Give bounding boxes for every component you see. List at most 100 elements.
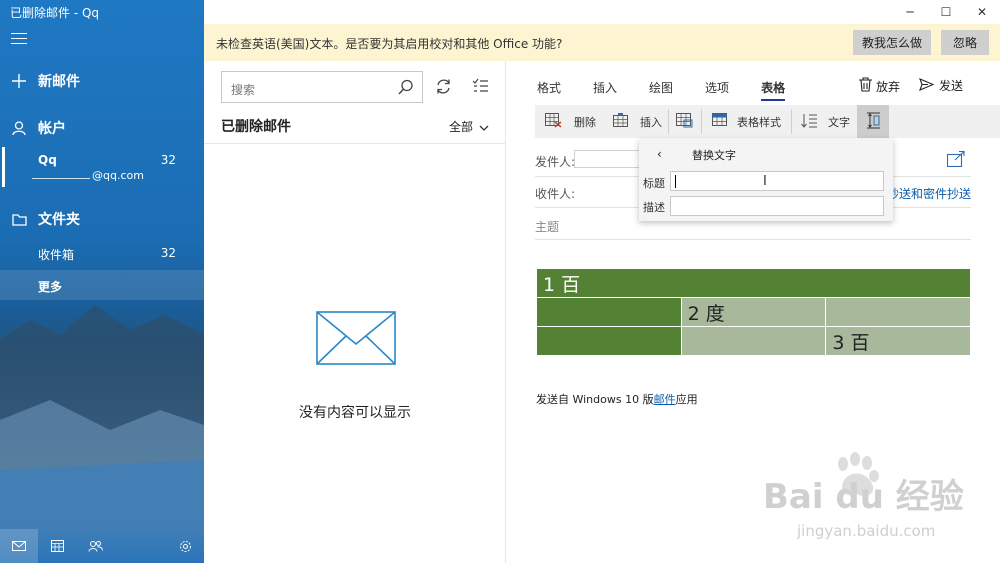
select-mode-icon[interactable] xyxy=(472,78,489,96)
new-mail-button[interactable]: 新邮件 xyxy=(0,70,204,92)
table-cell[interactable] xyxy=(536,326,682,356)
proofing-notification-bar: 未检查英语(美国)文本。是否要为其启用校对和其他 Office 功能? 教我怎么… xyxy=(204,24,1000,61)
select-table-button[interactable] xyxy=(676,105,693,138)
background-landscape xyxy=(0,305,204,530)
search-icon[interactable] xyxy=(398,79,414,98)
title-bar: ─ ☐ ✕ xyxy=(506,0,1000,24)
table-cell[interactable]: 1 百 xyxy=(536,268,971,298)
alt-description-input[interactable] xyxy=(670,196,884,216)
sync-icon[interactable] xyxy=(435,78,452,98)
back-arrow-icon[interactable]: ‹ xyxy=(657,147,662,161)
alt-text-header: 替换文字 xyxy=(692,149,736,162)
field-divider xyxy=(535,239,971,240)
signature-suffix: 应用 xyxy=(675,393,698,406)
window-title: 已删除邮件 - Qq xyxy=(10,6,100,20)
search-input[interactable]: 搜索 xyxy=(221,71,423,103)
cell-size-button[interactable] xyxy=(857,105,889,138)
ribbon-separator xyxy=(668,109,669,134)
redacted-email xyxy=(32,178,90,179)
alt-text-panel: ‹ 替换文字 标题 I 描述 xyxy=(639,139,893,221)
table-row: 3 百 xyxy=(536,326,971,356)
watermark-brand: Bai du 经验 xyxy=(763,477,964,517)
tab-table[interactable]: 表格 xyxy=(761,79,786,101)
alt-title-input[interactable]: I xyxy=(670,171,884,191)
list-divider xyxy=(204,143,506,144)
baidu-watermark: Bai du 经验 jingyan.baidu.com xyxy=(763,452,964,540)
filter-dropdown[interactable]: 全部 xyxy=(449,118,489,135)
message-list-pane: 搜索 已删除邮件 全部 没有内容可以显示 xyxy=(204,61,506,563)
tab-insert[interactable]: 插入 xyxy=(593,79,617,96)
account-count: 32 xyxy=(160,153,176,167)
table-style-icon xyxy=(712,112,729,131)
notification-message: 未检查英语(美国)文本。是否要为其启用校对和其他 Office 功能? xyxy=(216,37,563,51)
table-row: 1 百 xyxy=(536,268,971,298)
send-icon xyxy=(919,77,935,94)
account-name: Qq xyxy=(38,153,57,167)
tab-format[interactable]: 格式 xyxy=(537,79,561,96)
new-mail-label: 新邮件 xyxy=(38,74,80,90)
mail-icon[interactable] xyxy=(0,529,38,563)
sidebar-item-inbox[interactable]: 收件箱 32 xyxy=(0,238,204,268)
table-cell[interactable] xyxy=(536,297,682,327)
text-caret xyxy=(675,175,676,188)
ibeam-cursor-icon: I xyxy=(763,174,767,189)
trash-icon xyxy=(859,77,872,95)
table-ribbon: 删除 插入 表格样式 文字 xyxy=(535,105,1000,138)
delete-table-button[interactable]: 删除 xyxy=(545,105,596,138)
sidebar-item-more[interactable]: 更多 xyxy=(0,270,204,300)
show-me-button[interactable]: 教我怎么做 xyxy=(853,30,931,55)
selection-indicator xyxy=(2,147,5,187)
table-style-button[interactable]: 表格样式 xyxy=(712,105,781,138)
close-button[interactable]: ✕ xyxy=(964,0,1000,24)
tab-draw[interactable]: 绘图 xyxy=(649,79,673,96)
hamburger-menu-icon[interactable] xyxy=(11,33,27,47)
settings-icon[interactable] xyxy=(166,529,204,563)
chevron-down-icon xyxy=(479,120,489,134)
insert-table-button[interactable]: 插入 xyxy=(613,105,662,138)
filter-label: 全部 xyxy=(448,120,473,134)
ignore-button[interactable]: 忽略 xyxy=(941,30,989,55)
minimize-button[interactable]: ─ xyxy=(892,0,928,24)
message-table[interactable]: 1 百 2 度 3 百 xyxy=(536,268,971,356)
from-label: 发件人: xyxy=(535,155,576,169)
cc-bcc-link[interactable]: 抄送和密件抄送 xyxy=(887,185,971,202)
accounts-header[interactable]: 帐户 xyxy=(0,117,204,139)
accounts-label: 帐户 xyxy=(38,121,66,137)
tab-options[interactable]: 选项 xyxy=(705,79,729,96)
row-height-icon xyxy=(866,112,881,132)
popout-window-icon[interactable] xyxy=(946,150,965,170)
subject-field[interactable]: 主题 xyxy=(535,218,559,235)
sidebar: 已删除邮件 - Qq 新邮件 帐户 Qq 32 @qq.com 文件夹 收件箱 … xyxy=(0,0,204,563)
table-insert-icon xyxy=(613,112,630,131)
person-icon xyxy=(0,121,38,135)
inbox-count: 32 xyxy=(160,246,176,260)
maximize-button[interactable]: ☐ xyxy=(928,0,964,24)
mail-app-link[interactable]: 邮件 xyxy=(654,393,676,406)
table-cell[interactable]: 3 百 xyxy=(825,326,971,356)
table-cell[interactable] xyxy=(680,326,827,356)
people-icon[interactable] xyxy=(76,529,114,563)
account-item[interactable]: Qq 32 @qq.com xyxy=(0,147,204,189)
discard-button[interactable]: 放弃 xyxy=(859,77,900,95)
watermark-url: jingyan.baidu.com xyxy=(796,522,935,540)
ribbon-separator xyxy=(791,109,792,134)
plus-icon xyxy=(0,74,38,88)
sidebar-bottom-bar xyxy=(0,529,204,563)
from-field[interactable] xyxy=(574,150,644,168)
table-delete-icon xyxy=(545,112,562,131)
delete-label: 删除 xyxy=(574,115,596,129)
folder-icon xyxy=(0,213,38,226)
table-cell[interactable] xyxy=(825,297,971,327)
table-cell[interactable]: 2 度 xyxy=(680,297,827,327)
ribbon-separator xyxy=(701,109,702,134)
text-direction-button[interactable]: 文字 xyxy=(801,105,850,138)
folders-header[interactable]: 文件夹 xyxy=(0,208,204,230)
signature: 发送自 Windows 10 版邮件应用 xyxy=(536,391,698,407)
calendar-icon[interactable] xyxy=(38,529,76,563)
table-row: 2 度 xyxy=(536,297,971,327)
signature-prefix: 发送自 Windows 10 版 xyxy=(536,393,654,406)
send-button[interactable]: 发送 xyxy=(919,77,963,94)
alt-description-label: 描述 xyxy=(643,201,665,214)
more-label: 更多 xyxy=(38,280,63,294)
send-label: 发送 xyxy=(939,79,964,93)
